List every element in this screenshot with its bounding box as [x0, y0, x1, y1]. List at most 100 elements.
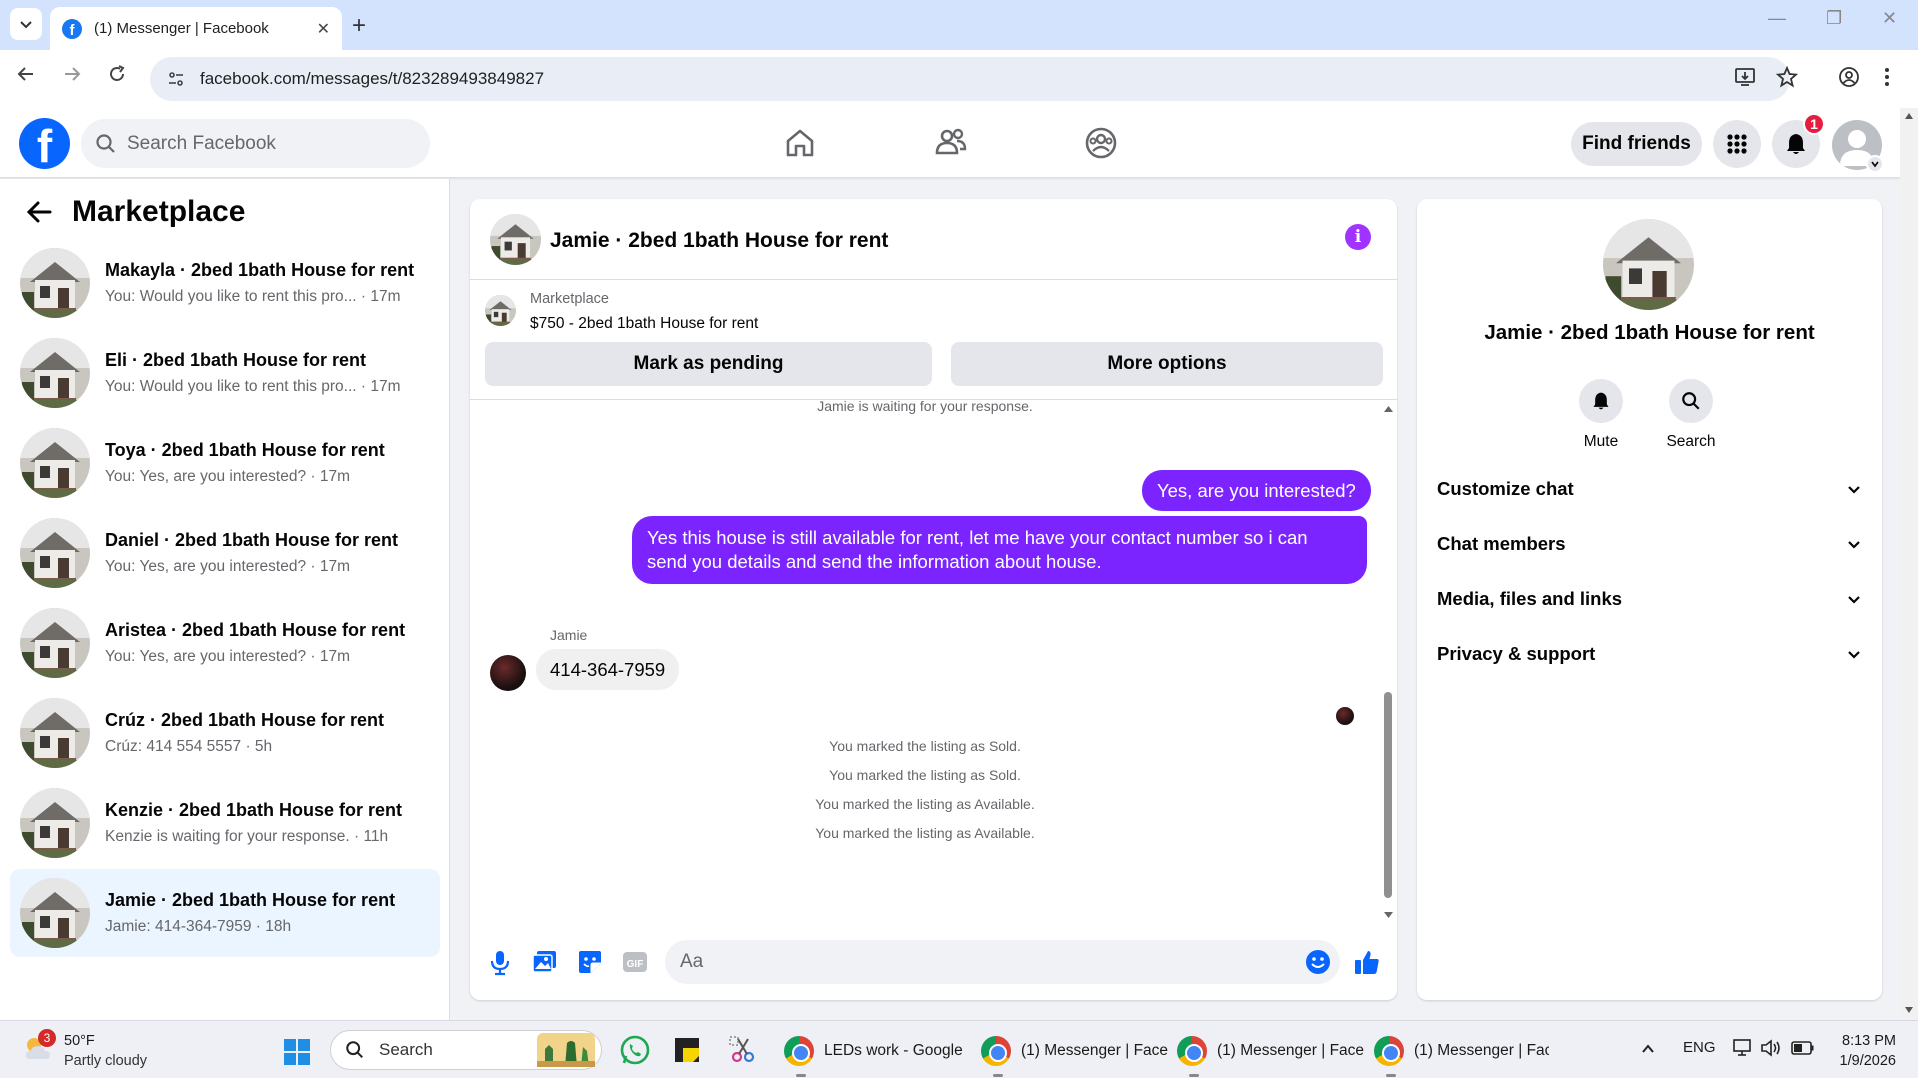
conversation-item-active[interactable]: Jamie · 2bed 1bath House for rent Jamie: … [10, 869, 440, 957]
system-message: You marked the listing as Sold. [829, 767, 1021, 783]
system-message: You marked the listing as Sold. [829, 738, 1021, 754]
chat-scrollbar[interactable] [1380, 401, 1397, 923]
restore-icon[interactable]: ❐ [1826, 8, 1842, 29]
chrome-icon [981, 1036, 1011, 1066]
facebook-search[interactable] [81, 119, 430, 168]
conversation-item[interactable]: Crúz · 2bed 1bath House for rent Crúz: 41… [10, 689, 440, 777]
emoji-icon[interactable] [1304, 948, 1332, 976]
taskbar-app-chrome[interactable]: (1) Messenger | Face [981, 1031, 1171, 1077]
chevron-down-icon [1848, 596, 1860, 604]
chevron-up-icon[interactable] [1640, 1041, 1656, 1057]
message-bubble-incoming[interactable]: 414-364-7959 [536, 649, 680, 690]
profile-icon[interactable] [1838, 66, 1860, 94]
scrollbar-thumb[interactable] [1384, 692, 1392, 898]
conversation-name: Aristea · 2bed 1bath House for rent [105, 620, 406, 640]
windows-taskbar: 3 50°F Partly cloudy Search LEDs work - … [0, 1020, 1918, 1078]
system-clock[interactable]: 8:13 PM 1/9/2026 [1816, 1031, 1896, 1071]
windows-start-icon[interactable] [283, 1038, 311, 1066]
forward-button[interactable] [62, 64, 82, 90]
chat-avatar[interactable] [490, 214, 541, 265]
browser-tab[interactable]: f (1) Messenger | Facebook ✕ [50, 7, 342, 50]
section-media-files-links[interactable]: Media, files and links [1437, 579, 1862, 619]
battery-icon[interactable] [1791, 1040, 1815, 1056]
section-privacy-support[interactable]: Privacy & support [1437, 634, 1862, 674]
mute-action[interactable]: Mute [1561, 379, 1641, 451]
gif-icon[interactable]: GIF [621, 948, 649, 976]
running-indicator [993, 1074, 1003, 1077]
more-options-button[interactable]: More options [951, 342, 1383, 386]
minimize-icon[interactable]: — [1768, 8, 1786, 29]
search-action[interactable]: Search [1651, 379, 1731, 451]
friends-icon[interactable] [933, 125, 969, 161]
taskbar-search[interactable]: Search [330, 1030, 602, 1070]
section-customize-chat[interactable]: Customize chat [1437, 469, 1862, 509]
bookmark-star-icon[interactable] [1775, 65, 1799, 94]
message-input[interactable] [665, 940, 1340, 984]
sender-avatar[interactable] [490, 655, 526, 691]
conversation-item[interactable]: Toya · 2bed 1bath House for rent You: Yes… [10, 419, 440, 507]
conversation-name: Toya · 2bed 1bath House for rent [105, 440, 385, 460]
message-bubble-outgoing[interactable]: Yes this house is still available for re… [632, 516, 1367, 584]
site-info-icon[interactable] [166, 69, 186, 89]
conversation-item[interactable]: Daniel · 2bed 1bath House for rent You: Y… [10, 509, 440, 597]
listing-large-thumbnail[interactable] [1603, 219, 1694, 310]
taskbar-app-chrome[interactable]: (1) Messenger | Face [1177, 1031, 1367, 1077]
whatsapp-icon[interactable] [619, 1034, 651, 1066]
listing-thumbnail [20, 428, 90, 498]
search-in-chat-button[interactable] [1669, 379, 1713, 423]
new-tab-button[interactable]: + [352, 12, 366, 40]
listing-thumbnail[interactable] [485, 295, 516, 326]
conversation-item[interactable]: Kenzie · 2bed 1bath House for rent Kenzie… [10, 779, 440, 867]
microphone-icon[interactable] [486, 948, 514, 976]
thumbs-up-icon[interactable] [1353, 948, 1381, 976]
snipping-tool-icon[interactable] [728, 1035, 758, 1065]
facebook-logo-icon[interactable]: f [19, 118, 70, 169]
chevron-down-icon [1848, 486, 1860, 494]
mute-button[interactable] [1579, 379, 1623, 423]
reload-button[interactable] [107, 64, 127, 90]
mute-label: Mute [1583, 433, 1619, 450]
taskbar-app-label: (1) Messenger | Face [1414, 1042, 1549, 1059]
conversation-preview: You: Yes, are you interested? · 17m [105, 648, 351, 665]
conversation-item[interactable]: Eli · 2bed 1bath House for rent You: Woul… [10, 329, 440, 417]
menu-grid-button[interactable] [1713, 120, 1761, 168]
sticky-notes-icon[interactable] [673, 1036, 701, 1064]
network-icon[interactable] [1732, 1038, 1754, 1058]
taskbar-app-chrome[interactable]: (1) Messenger | Face [1374, 1031, 1549, 1077]
find-friends-button[interactable]: Find friends [1571, 122, 1702, 166]
tab-search-button[interactable] [10, 8, 42, 40]
facebook-search-input[interactable] [127, 132, 407, 155]
photo-icon[interactable] [531, 948, 559, 976]
conversation-name: Jamie · 2bed 1bath House for rent [105, 890, 396, 910]
facebook-favicon-icon: f [62, 18, 82, 39]
mark-as-pending-button[interactable]: Mark as pending [485, 342, 932, 386]
back-arrow-icon[interactable] [24, 197, 54, 227]
conversation-item[interactable]: Aristea · 2bed 1bath House for rent You: … [10, 599, 440, 687]
conversation-name: Makayla · 2bed 1bath House for rent [105, 260, 415, 280]
address-bar[interactable]: facebook.com/messages/t/823289493849827 [150, 57, 1790, 101]
browser-menu-icon[interactable] [1884, 66, 1890, 94]
account-chevron-icon[interactable] [1866, 155, 1884, 173]
listing-thumbnail [20, 698, 90, 768]
language-indicator[interactable]: ENG [1683, 1039, 1716, 1056]
section-label: Customize chat [1437, 478, 1574, 499]
install-app-icon[interactable] [1734, 66, 1756, 94]
conversation-name: Daniel · 2bed 1bath House for rent [105, 530, 399, 550]
listing-price[interactable]: $750 - 2bed 1bath House for rent [530, 315, 758, 333]
tab-close-icon[interactable]: ✕ [317, 19, 330, 39]
chat-title[interactable]: Jamie · 2bed 1bath House for rent [550, 229, 888, 253]
window-close-icon[interactable]: ✕ [1882, 8, 1897, 29]
reload-icon [110, 65, 125, 81]
back-button[interactable] [16, 64, 36, 90]
home-icon[interactable] [782, 125, 818, 161]
section-chat-members[interactable]: Chat members [1437, 524, 1862, 564]
sticker-icon[interactable] [576, 948, 604, 976]
volume-icon[interactable] [1760, 1038, 1782, 1058]
message-bubble-outgoing[interactable]: Yes, are you interested? [1142, 470, 1371, 511]
groups-icon[interactable] [1083, 125, 1119, 161]
info-icon[interactable]: i [1345, 224, 1371, 250]
listing-thumbnail [20, 878, 90, 948]
page-scrollbar[interactable] [1900, 108, 1918, 1020]
conversation-item[interactable]: Makayla · 2bed 1bath House for rent You: … [10, 239, 440, 327]
taskbar-app-chrome[interactable]: LEDs work - Google [784, 1031, 969, 1077]
